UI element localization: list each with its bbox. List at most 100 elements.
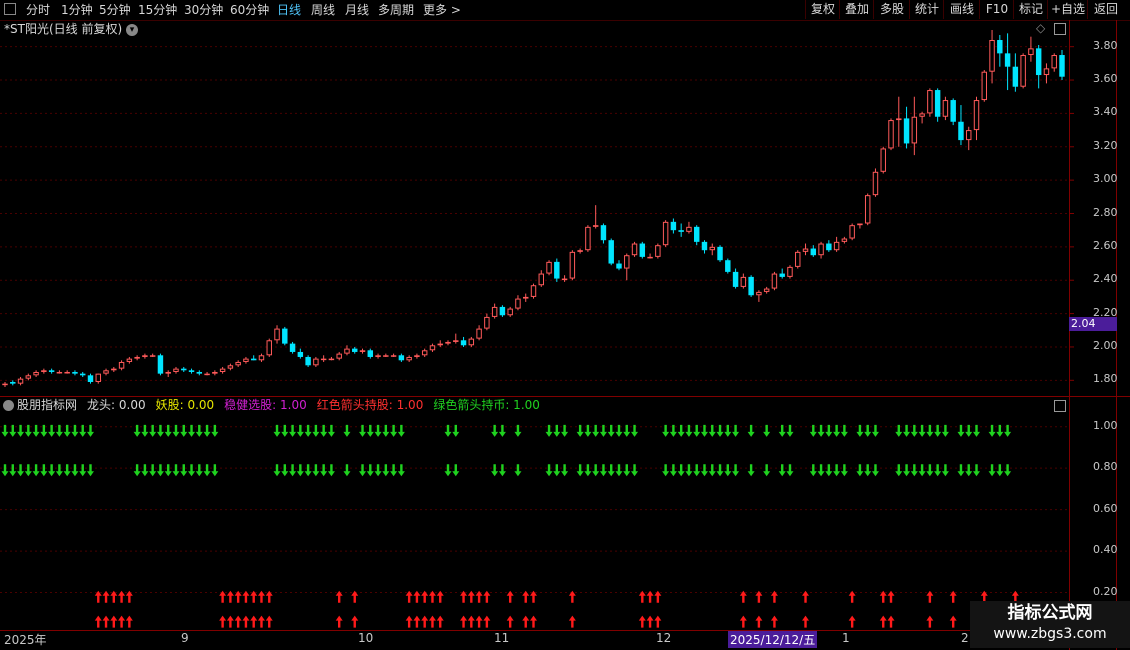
- green-down-arrow: [452, 464, 460, 477]
- down-arrow-shape: [631, 464, 639, 477]
- date-label: 9: [181, 631, 189, 645]
- down-arrow-shape: [444, 464, 452, 477]
- up-arrow-shape: [755, 615, 763, 628]
- up-arrow-shape: [506, 590, 514, 603]
- candle-body-up: [686, 226, 692, 232]
- indicator-name[interactable]: 股朋指标网: [17, 398, 77, 412]
- green-down-arrow: [452, 424, 460, 437]
- chevron-down-icon[interactable]: [3, 400, 14, 411]
- green-down-arrow: [786, 424, 794, 437]
- down-arrow-shape: [86, 424, 94, 437]
- down-arrow-shape: [592, 464, 600, 477]
- candle-body-up: [849, 225, 855, 239]
- green-down-arrow: [786, 464, 794, 477]
- up-arrow-shape: [226, 615, 234, 628]
- green-down-arrow: [281, 424, 289, 437]
- candle-body-up: [942, 100, 949, 117]
- green-down-arrow: [561, 464, 569, 477]
- date-axis: 2025年 9 10 11 12 2025/12/12/五 1 2: [0, 630, 1070, 650]
- down-arrow-shape: [856, 464, 864, 477]
- green-down-arrow: [1, 464, 9, 477]
- down-arrow-shape: [988, 464, 996, 477]
- red-up-arrow: [413, 590, 421, 603]
- up-arrow-shape: [110, 615, 118, 628]
- indicator-title-bar: 股朋指标网 龙头: 0.00 妖股: 0.00 稳健选股: 1.00 红色箭头持股: 1…: [0, 397, 552, 414]
- candle-body-up: [243, 358, 249, 362]
- down-arrow-shape: [366, 424, 374, 437]
- green-down-arrow: [1004, 464, 1012, 477]
- red-up-arrow: [219, 615, 227, 628]
- indicator-value-3: 红色箭头持股: 1.00: [316, 398, 424, 412]
- up-arrow-shape: [94, 615, 102, 628]
- green-down-arrow: [778, 464, 786, 477]
- green-down-arrow: [840, 464, 848, 477]
- red-up-arrow: [887, 590, 895, 603]
- candle-body-down: [48, 370, 55, 372]
- panel-toggle-icon[interactable]: [1054, 400, 1066, 412]
- down-arrow-shape: [732, 424, 740, 437]
- up-arrow-shape: [522, 615, 530, 628]
- candle-body-up: [25, 375, 32, 379]
- green-down-arrow: [312, 424, 320, 437]
- candle-body-down: [693, 226, 700, 242]
- red-up-arrow: [483, 615, 491, 628]
- price-tick-label: 2.40: [1093, 272, 1118, 286]
- down-arrow-shape: [669, 464, 677, 477]
- candle-body-up: [515, 298, 521, 309]
- down-arrow-shape: [289, 464, 297, 477]
- green-down-arrow: [63, 464, 71, 477]
- red-up-arrow: [118, 615, 126, 628]
- down-arrow-shape: [48, 464, 56, 477]
- down-arrow-shape: [833, 424, 841, 437]
- candle-body-up: [911, 116, 918, 144]
- down-arrow-shape: [918, 464, 926, 477]
- red-up-arrow: [848, 615, 856, 628]
- red-up-arrow: [848, 590, 856, 603]
- date-label: 2: [961, 631, 969, 645]
- green-down-arrow: [716, 424, 724, 437]
- red-up-arrow: [110, 615, 118, 628]
- red-up-arrow: [568, 590, 576, 603]
- candle-body-up: [771, 273, 778, 289]
- down-arrow-shape: [452, 464, 460, 477]
- candle-body-down: [639, 243, 646, 257]
- up-arrow-shape: [102, 590, 110, 603]
- up-arrow-shape: [118, 615, 126, 628]
- down-arrow-shape: [172, 424, 180, 437]
- candle-body-up: [763, 288, 770, 292]
- green-down-arrow: [141, 464, 149, 477]
- down-arrow-shape: [732, 464, 740, 477]
- green-down-arrow: [289, 464, 297, 477]
- candle-body-down: [196, 371, 203, 374]
- down-arrow-shape: [1004, 464, 1012, 477]
- down-arrow-shape: [491, 424, 499, 437]
- up-arrow-shape: [483, 615, 491, 628]
- candle-body-up: [468, 338, 475, 346]
- down-arrow-shape: [926, 464, 934, 477]
- red-up-arrow: [770, 615, 778, 628]
- green-down-arrow: [498, 424, 506, 437]
- down-arrow-shape: [576, 464, 584, 477]
- green-down-arrow: [156, 424, 164, 437]
- green-down-arrow: [871, 464, 879, 477]
- candle-body-up: [111, 368, 117, 371]
- candlestick-chart[interactable]: [0, 0, 1130, 650]
- red-up-arrow: [530, 615, 537, 628]
- green-down-arrow: [203, 424, 211, 437]
- down-arrow-shape: [133, 424, 141, 437]
- red-up-arrow: [421, 615, 429, 628]
- green-down-arrow: [576, 464, 584, 477]
- down-arrow-shape: [382, 464, 390, 477]
- price-tick-label: 2.80: [1093, 205, 1118, 219]
- red-up-arrow: [460, 615, 468, 628]
- red-up-arrow: [351, 590, 359, 603]
- red-up-arrow: [467, 590, 475, 603]
- green-down-arrow: [763, 464, 771, 477]
- down-arrow-shape: [397, 464, 405, 477]
- candle-body-up: [328, 358, 335, 361]
- down-arrow-shape: [716, 464, 724, 477]
- red-up-arrow: [226, 590, 234, 603]
- indicator-value-0: 龙头: 0.00: [87, 398, 146, 412]
- red-up-arrow: [926, 590, 934, 603]
- green-down-arrow: [71, 464, 79, 477]
